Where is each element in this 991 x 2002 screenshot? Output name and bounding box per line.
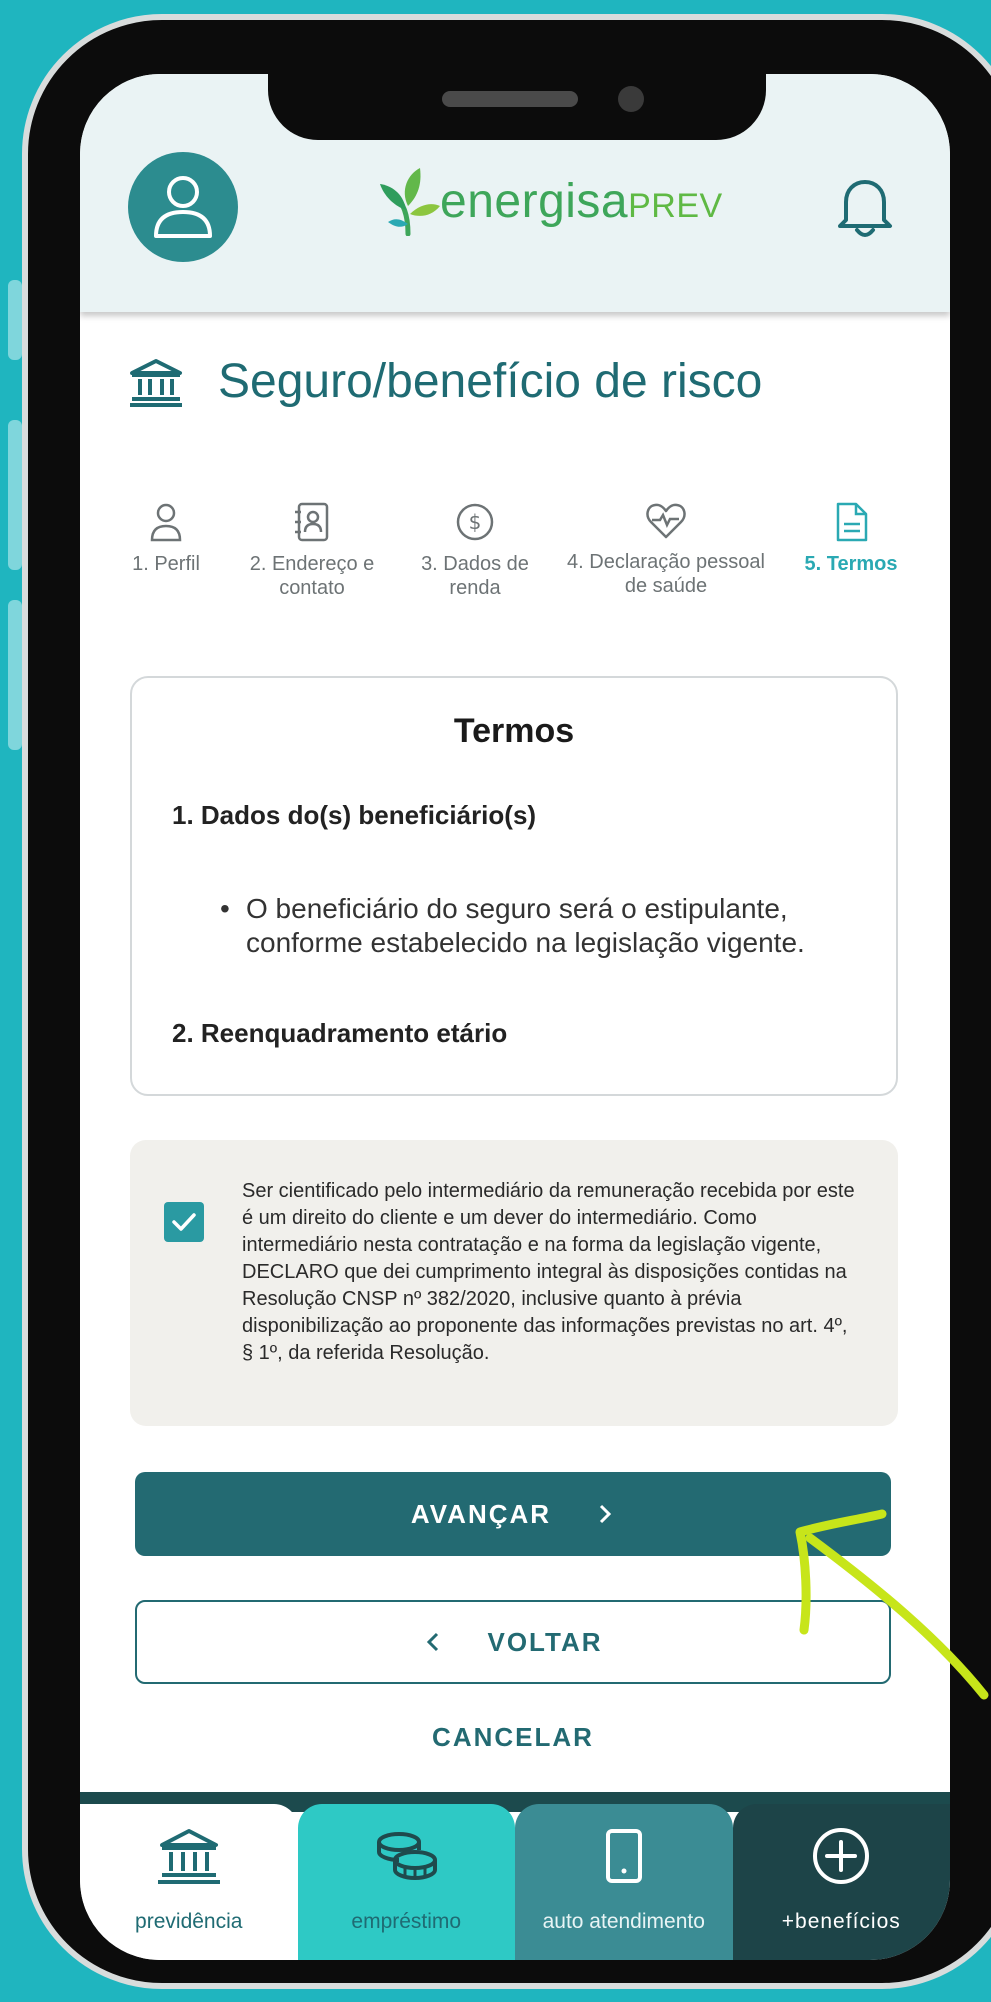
notifications-button[interactable] xyxy=(836,174,894,243)
tab-previdencia[interactable]: previdência xyxy=(80,1804,298,1960)
tab-label: previdência xyxy=(135,1910,243,1933)
avatar[interactable] xyxy=(128,152,238,262)
tab-label: auto atendimento xyxy=(542,1910,705,1933)
step-label: 5. Termos xyxy=(804,553,898,575)
document-icon xyxy=(836,502,868,542)
step-perfil[interactable]: 1. Perfil xyxy=(106,502,226,576)
energisaprev-logo: energisaprev xyxy=(378,166,723,236)
phone-notch xyxy=(268,74,766,140)
terms-section-beneficiarios: 1. Dados do(s) beneficiário(s) xyxy=(172,800,537,830)
tab-label: +benefícios xyxy=(781,1910,901,1933)
smartphone-icon xyxy=(605,1829,642,1883)
consent-text: Ser cientificado pelo intermediário da r… xyxy=(242,1180,855,1364)
svg-text:$: $ xyxy=(469,510,482,534)
terms-bullet: O beneficiário do seguro será o estipula… xyxy=(220,892,866,960)
leaf-logo-icon xyxy=(380,168,440,236)
step-label: 4. Declaração pessoal de saúde xyxy=(567,551,765,597)
page-title: Seguro/benefício de risco xyxy=(218,355,763,408)
step-label: 3. Dados de renda xyxy=(421,553,529,599)
consent-checkbox[interactable] xyxy=(164,1202,204,1242)
chevron-right-icon xyxy=(600,1504,612,1524)
phone-side-button-volume-down xyxy=(8,600,22,750)
phone-side-button-top xyxy=(8,280,22,360)
page-title-row: Seguro/benefício de risco xyxy=(128,354,762,409)
user-icon xyxy=(154,176,212,238)
step-dados-renda[interactable]: $ 3. Dados de renda xyxy=(412,502,538,600)
logo-text-energisa: energisa xyxy=(440,174,629,228)
back-button[interactable]: VOLTAR xyxy=(135,1600,891,1684)
bank-icon xyxy=(130,358,182,407)
tab-mais-beneficios[interactable]: +benefícios xyxy=(732,1804,950,1960)
tab-auto-atendimento[interactable]: auto atendimento xyxy=(515,1804,733,1960)
step-endereco[interactable]: 2. Endereço e contato xyxy=(242,502,382,600)
step-label: 2. Endereço e contato xyxy=(249,553,375,599)
logo-text-prev: prev xyxy=(628,174,723,228)
tab-emprestimo[interactable]: empréstimo xyxy=(297,1804,515,1960)
speaker-grille xyxy=(442,91,578,107)
heart-pulse-icon xyxy=(646,503,686,539)
plus-circle-icon xyxy=(813,1828,870,1884)
step-termos[interactable]: 5. Termos xyxy=(786,502,916,576)
terms-title: Termos xyxy=(453,712,575,750)
contact-book-icon xyxy=(295,502,329,542)
person-icon xyxy=(150,503,182,542)
coins-icon xyxy=(377,1832,438,1881)
advance-button[interactable]: AVANÇAR xyxy=(135,1472,891,1556)
chevron-left-icon xyxy=(427,1632,439,1652)
terms-card[interactable]: Termos 1. Dados do(s) beneficiário(s) O … xyxy=(130,676,898,1096)
phone-side-button-volume-up xyxy=(8,420,22,570)
step-declaracao-saude[interactable]: 4. Declaração pessoal de saúde xyxy=(566,502,766,598)
cancel-button[interactable]: CANCELAR xyxy=(135,1722,891,1753)
checkmark-icon xyxy=(172,1213,196,1231)
bell-icon xyxy=(838,180,892,237)
bottom-tabbar: previdência empréstimo auto atendimento … xyxy=(80,1804,950,1960)
front-camera xyxy=(618,86,644,112)
consent-box: Ser cientificado pelo intermediário da r… xyxy=(130,1140,898,1426)
tab-label: empréstimo xyxy=(351,1910,462,1933)
terms-section-reenquadramento: 2. Reenquadramento etário xyxy=(172,1018,508,1048)
step-label: 1. Perfil xyxy=(132,553,200,575)
app-screen: energisaprev Seguro/benefício de risco 1… xyxy=(80,74,950,1960)
advance-button-label: AVANÇAR xyxy=(410,1498,552,1529)
dollar-coin-icon: $ xyxy=(456,503,494,541)
bank-icon xyxy=(157,1829,220,1884)
back-button-label: VOLTAR xyxy=(487,1626,603,1657)
